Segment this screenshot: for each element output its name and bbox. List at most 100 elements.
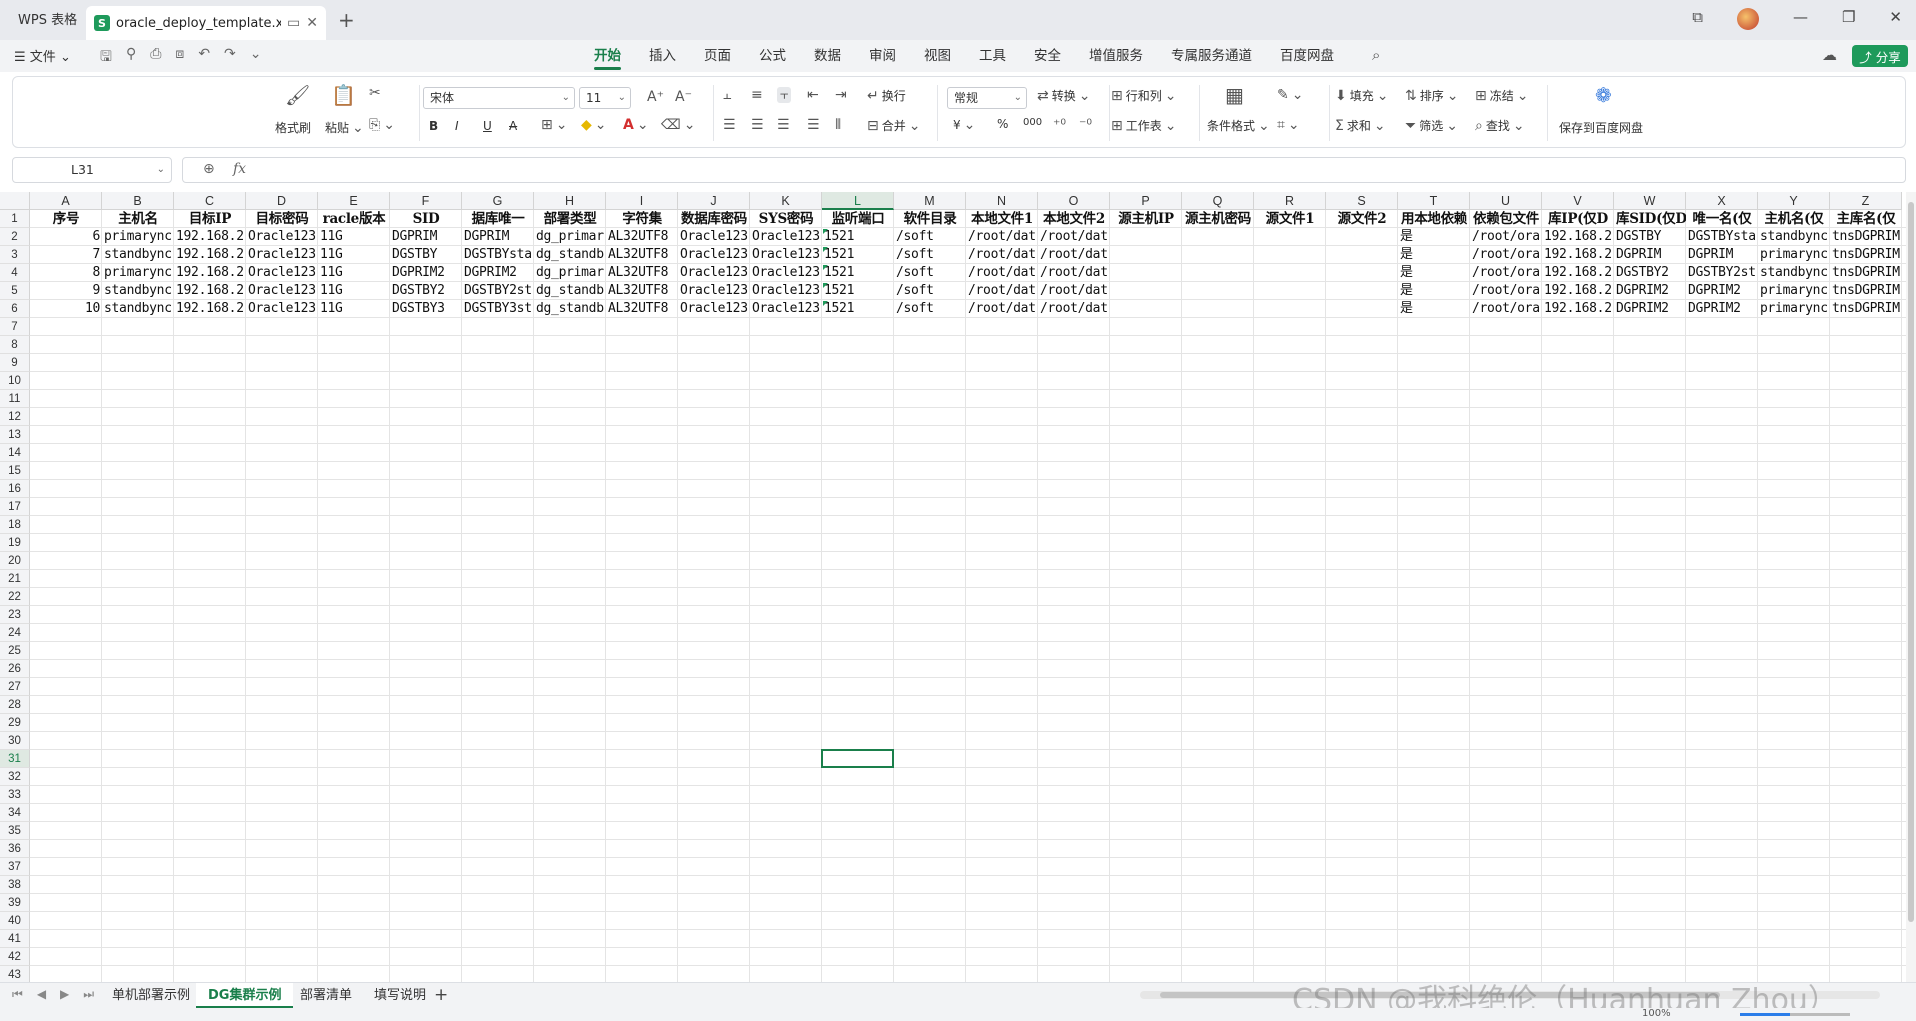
column-header-Z[interactable]: Z: [1830, 192, 1902, 210]
table-cell[interactable]: 192.168.2: [174, 228, 246, 246]
next-sheet-icon[interactable]: ▶: [60, 987, 69, 1002]
table-cell[interactable]: /root/dat: [966, 282, 1038, 300]
zoom-icon[interactable]: ⊕: [203, 161, 215, 177]
header-cell[interactable]: 源文件2: [1326, 210, 1398, 228]
underline-button[interactable]: U: [483, 119, 492, 133]
table-cell[interactable]: Oracle123: [246, 246, 318, 264]
table-cell[interactable]: 1521: [822, 264, 894, 282]
format-painter-button[interactable]: 🖌: [285, 83, 310, 107]
align-top-button[interactable]: ⫠: [723, 87, 731, 103]
app-tab[interactable]: WPS 表格: [8, 6, 87, 36]
table-cell[interactable]: tnsDGPRIM: [1830, 300, 1902, 318]
table-cell[interactable]: /root/dat: [1038, 246, 1110, 264]
new-tab-button[interactable]: +: [338, 8, 355, 32]
table-cell[interactable]: Oracle123: [750, 246, 822, 264]
column-header-A[interactable]: A: [30, 192, 102, 210]
table-cell[interactable]: standbync: [1758, 264, 1830, 282]
column-header-N[interactable]: N: [966, 192, 1038, 210]
table-cell[interactable]: 192.168.2: [174, 264, 246, 282]
table-cell[interactable]: dg_primar: [534, 264, 606, 282]
conditional-format-dropdown[interactable]: 条件格式 ⌄: [1207, 117, 1270, 134]
table-cell[interactable]: DGSTBY3: [390, 300, 462, 318]
align-center-button[interactable]: ☰: [751, 117, 764, 133]
header-cell[interactable]: 目标IP: [174, 210, 246, 228]
align-middle-button[interactable]: ≡: [751, 87, 763, 103]
table-cell[interactable]: 11G: [318, 300, 390, 318]
justify-button[interactable]: ☰: [807, 117, 820, 133]
undo-icon[interactable]: ↶: [198, 46, 210, 70]
redo-icon[interactable]: ↷: [224, 46, 236, 70]
row-header[interactable]: 38: [0, 876, 30, 894]
table-cell[interactable]: dg_standb: [534, 246, 606, 264]
table-cell[interactable]: Oracle123: [678, 264, 750, 282]
header-cell[interactable]: 库SID(仅D: [1614, 210, 1686, 228]
table-cell[interactable]: tnsDGPRIM: [1830, 282, 1902, 300]
header-cell[interactable]: 源主机IP: [1110, 210, 1182, 228]
table-cell[interactable]: 是: [1398, 246, 1470, 264]
sort-button[interactable]: ⇅ 排序 ⌄: [1405, 87, 1458, 104]
tab-7[interactable]: 工具: [965, 40, 1020, 72]
currency-button[interactable]: ¥ ⌄: [953, 117, 975, 133]
row-header[interactable]: 10: [0, 372, 30, 390]
header-cell[interactable]: 源主机密码: [1182, 210, 1254, 228]
distribute-button[interactable]: ⦀: [835, 117, 841, 133]
spreadsheet-grid[interactable]: A B C D E F G H I J K L M N O P Q R S T U V W X Y Z 1 2 3 4 5 6 7 8 9 10 11 1…: [0, 192, 1906, 982]
outdent-button[interactable]: ⇤: [807, 87, 819, 103]
print-icon[interactable]: ⎙: [150, 46, 161, 70]
strikethrough-button[interactable]: A: [509, 119, 517, 133]
header-cell[interactable]: 序号: [30, 210, 102, 228]
table-cell[interactable]: /root/dat: [966, 264, 1038, 282]
row-header[interactable]: 5: [0, 282, 30, 300]
row-header[interactable]: 34: [0, 804, 30, 822]
table-cell[interactable]: 11G: [318, 264, 390, 282]
header-cell[interactable]: 据库唯一: [462, 210, 534, 228]
header-cell[interactable]: 目标密码: [246, 210, 318, 228]
header-cell[interactable]: 唯一名(仅: [1686, 210, 1758, 228]
column-header-K[interactable]: K: [750, 192, 822, 210]
file-menu[interactable]: ☰ 文件 ⌄: [14, 46, 71, 65]
table-cell[interactable]: /soft: [894, 300, 966, 318]
header-cell[interactable]: 本地文件1: [966, 210, 1038, 228]
search-icon[interactable]: ⌕: [1372, 46, 1380, 64]
table-cell[interactable]: DGPRIM2: [462, 264, 534, 282]
sheet-tab-0[interactable]: 单机部署示例: [100, 983, 202, 1008]
table-cell[interactable]: DGSTBYsta: [1686, 228, 1758, 246]
font-name-select[interactable]: 宋体 ⌄: [423, 87, 575, 109]
table-cell[interactable]: 6: [30, 228, 102, 246]
table-cell[interactable]: AL32UTF8: [606, 300, 678, 318]
row-header[interactable]: 8: [0, 336, 30, 354]
row-header[interactable]: 20: [0, 552, 30, 570]
merge-button[interactable]: ⊟ 合并 ⌄: [867, 117, 920, 134]
table-cell[interactable]: DGSTBY3st: [462, 300, 534, 318]
row-header[interactable]: 2: [0, 228, 30, 246]
format-painter-label[interactable]: 格式刷: [275, 119, 311, 136]
table-cell[interactable]: Oracle123: [678, 300, 750, 318]
table-cell[interactable]: DGSTBY2: [390, 282, 462, 300]
table-cell[interactable]: Oracle123: [678, 246, 750, 264]
header-cell[interactable]: racle版本: [318, 210, 390, 228]
column-header-D[interactable]: D: [246, 192, 318, 210]
row-header[interactable]: 3: [0, 246, 30, 264]
active-cell[interactable]: [821, 749, 894, 768]
header-cell[interactable]: SID: [390, 210, 462, 228]
table-cell[interactable]: /root/ora: [1470, 228, 1542, 246]
add-sheet-button[interactable]: +: [434, 985, 448, 1005]
column-header-T[interactable]: T: [1398, 192, 1470, 210]
table-cell[interactable]: DGPRIM2: [1614, 282, 1686, 300]
table-cell[interactable]: Oracle123: [246, 282, 318, 300]
row-header[interactable]: 17: [0, 498, 30, 516]
table-cell[interactable]: /root/dat: [966, 300, 1038, 318]
table-cell[interactable]: DGPRIM2: [1686, 300, 1758, 318]
row-header[interactable]: 35: [0, 822, 30, 840]
table-cell[interactable]: DGSTBYsta: [462, 246, 534, 264]
font-size-select[interactable]: 11 ⌄: [579, 87, 631, 109]
row-header[interactable]: 28: [0, 696, 30, 714]
scrollbar-thumb[interactable]: [1908, 202, 1914, 922]
bold-button[interactable]: B: [429, 119, 438, 133]
table-cell[interactable]: standbync: [102, 282, 174, 300]
table-cell[interactable]: 11G: [318, 246, 390, 264]
table-cell[interactable]: /root/dat: [966, 246, 1038, 264]
row-header[interactable]: 25: [0, 642, 30, 660]
indent-button[interactable]: ⇥: [835, 87, 847, 103]
table-cell[interactable]: 7: [30, 246, 102, 264]
